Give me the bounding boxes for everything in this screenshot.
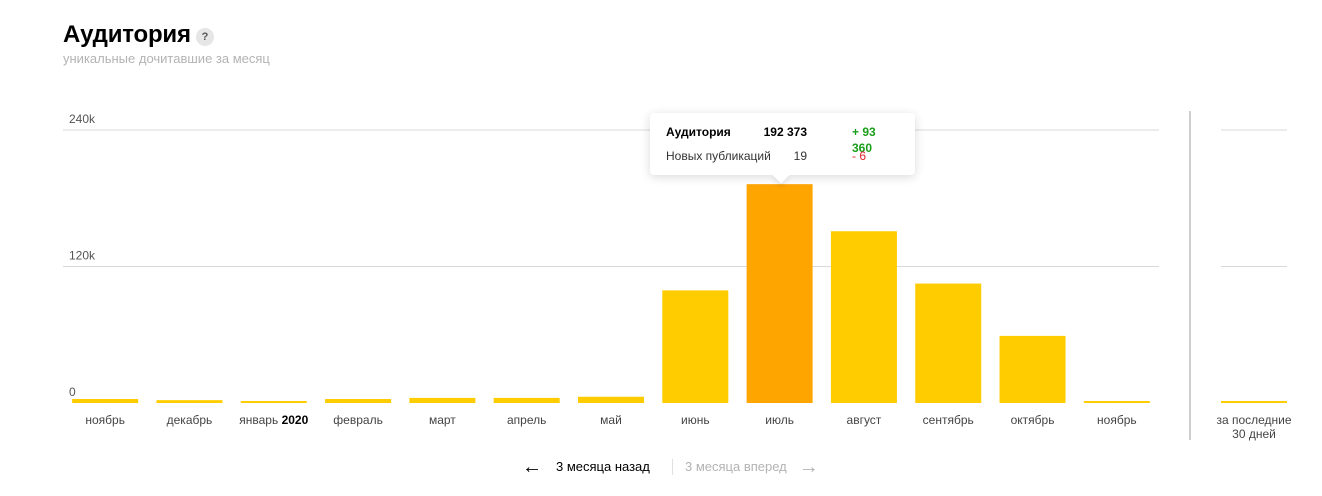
bar[interactable] [156, 400, 223, 403]
bar[interactable] [999, 335, 1066, 403]
bar[interactable] [915, 283, 982, 403]
bar[interactable] [578, 396, 644, 403]
bar[interactable] [493, 397, 560, 403]
bar[interactable] [72, 399, 139, 403]
audience-bar-chart: 240k 120k 0 ноябрь декабрь январь 2020 феврал… [63, 111, 1292, 441]
tooltip-label: Аудитория [666, 125, 731, 139]
tooltip-label: Новых публикаций [666, 149, 771, 163]
bar[interactable] [409, 397, 476, 403]
x-tick-label: октябрь [1011, 413, 1055, 427]
tooltip-value: 192 373 [763, 125, 807, 139]
x-tick-label: февраль [333, 413, 383, 427]
x-tick-label: март [429, 413, 456, 427]
tooltip-value: 19 [793, 149, 807, 163]
next-period-label: 3 месяца вперед [685, 459, 787, 474]
tooltip-row-publications: Новых публикаций 19 - 6 [666, 148, 899, 164]
last-30-days-bar[interactable] [1221, 401, 1287, 403]
last-30-days-panel: за последние30 дней [1216, 401, 1292, 441]
nav-divider [672, 459, 673, 475]
last-30-days-label: 30 дней [1232, 427, 1276, 441]
x-tick-label: апрель [507, 413, 546, 427]
bar[interactable] [325, 399, 392, 403]
bar[interactable] [830, 231, 897, 403]
bar[interactable] [240, 401, 307, 403]
x-tick-label: май [600, 413, 622, 427]
bar-tooltip: Аудитория 192 373 + 93 360 Новых публика… [650, 113, 915, 184]
next-period-button[interactable]: 3 месяца вперед → [685, 456, 819, 478]
bars-layer [72, 184, 1150, 403]
x-tick-label: январь 2020 [239, 413, 308, 427]
bar[interactable] [662, 290, 729, 403]
y-tick-label: 0 [69, 385, 76, 399]
x-tick-label: ноябрь [85, 413, 125, 427]
y-tick-label: 120k [69, 249, 96, 263]
bar[interactable] [746, 184, 813, 403]
arrow-left-icon: ← [522, 456, 542, 478]
last-30-days-label: за последние [1216, 413, 1291, 427]
x-tick-label: июль [765, 413, 794, 427]
x-tick-label: июнь [681, 413, 710, 427]
bar[interactable] [1083, 401, 1150, 403]
x-labels-layer: ноябрь декабрь январь 2020 февраль март апрел… [85, 413, 1136, 427]
arrow-right-icon: → [798, 456, 819, 478]
x-tick-label: август [847, 413, 882, 427]
x-tick-label: ноябрь [1097, 413, 1137, 427]
y-tick-label: 240k [69, 112, 96, 126]
tooltip-row-audience: Аудитория 192 373 + 93 360 [666, 124, 899, 155]
x-tick-label: декабрь [167, 413, 213, 427]
x-tick-label: сентябрь [923, 413, 974, 427]
tooltip-delta: - 6 [852, 149, 867, 163]
prev-period-label: 3 месяца назад [556, 459, 650, 474]
prev-period-button[interactable]: ← 3 месяца назад [522, 456, 650, 478]
